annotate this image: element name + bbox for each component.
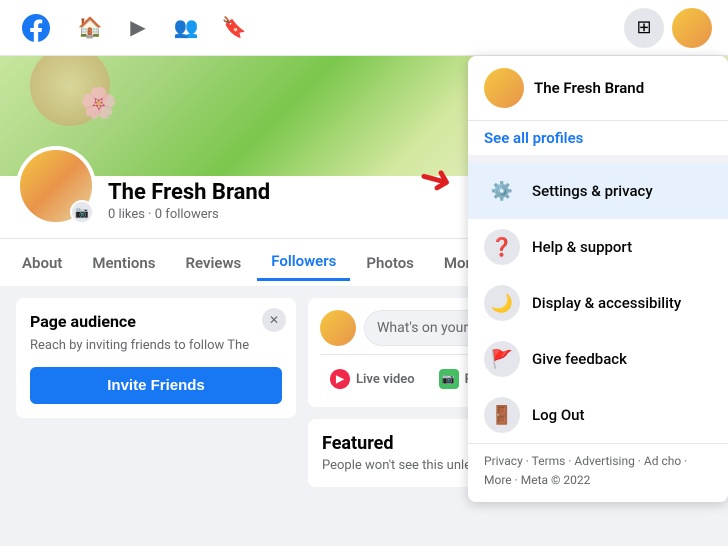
nav-right: ⊞ bbox=[624, 8, 712, 48]
dropdown-avatar bbox=[484, 68, 524, 108]
live-video-button[interactable]: ▶ Live video bbox=[320, 363, 425, 395]
edit-profile-pic-button[interactable]: 📷 bbox=[70, 200, 94, 224]
close-button[interactable]: ✕ bbox=[262, 308, 286, 332]
left-panel: ✕ Page audience Reach by inviting friend… bbox=[16, 298, 296, 487]
menu-item-display[interactable]: 🌙 Display & accessibility bbox=[468, 275, 728, 331]
nav-left: 🏠 ▶ 👥 🔖 bbox=[16, 6, 256, 50]
settings-label: Settings & privacy bbox=[532, 182, 653, 200]
dropdown-profile-section[interactable]: The Fresh Brand bbox=[468, 56, 728, 121]
help-icon: ❓ bbox=[484, 229, 520, 265]
invite-friends-button[interactable]: Invite Friends bbox=[30, 367, 282, 404]
profile-picture-wrapper: 📷 bbox=[16, 146, 96, 226]
page-name: The Fresh Brand bbox=[108, 180, 270, 205]
help-label: Help & support bbox=[532, 238, 632, 256]
nav-icons: 🏠 ▶ 👥 🔖 bbox=[68, 6, 256, 50]
page-meta: 0 likes · 0 followers bbox=[108, 207, 270, 222]
feedback-label: Give feedback bbox=[532, 350, 627, 368]
feedback-icon: 🚩 bbox=[484, 341, 520, 377]
audience-card: ✕ Page audience Reach by inviting friend… bbox=[16, 298, 296, 418]
audience-title: Page audience bbox=[30, 312, 282, 331]
dropdown-footer: Privacy · Terms · Advertising · Ad cho ·… bbox=[468, 443, 728, 502]
menu-item-feedback[interactable]: 🚩 Give feedback bbox=[468, 331, 728, 387]
facebook-logo bbox=[16, 8, 56, 48]
logout-label: Log Out bbox=[532, 406, 585, 424]
cover-decoration: 🌸 bbox=[80, 86, 117, 121]
see-all-profiles-link[interactable]: See all profiles bbox=[468, 121, 728, 163]
post-avatar bbox=[320, 310, 356, 346]
photo-icon: 📷 bbox=[439, 369, 459, 389]
video-nav-button[interactable]: ▶ bbox=[116, 6, 160, 50]
live-icon: ▶ bbox=[330, 369, 350, 389]
dropdown-menu: The Fresh Brand See all profiles ⚙️ Sett… bbox=[468, 56, 728, 502]
grid-menu-button[interactable]: ⊞ bbox=[624, 8, 664, 48]
tab-photos[interactable]: Photos bbox=[352, 246, 428, 280]
nav-profile-avatar[interactable] bbox=[672, 8, 712, 48]
groups-nav-button[interactable]: 👥 bbox=[164, 6, 208, 50]
audience-description: Reach by inviting friends to follow The bbox=[30, 337, 282, 355]
top-navigation: 🏠 ▶ 👥 🔖 ⊞ bbox=[0, 0, 728, 56]
display-label: Display & accessibility bbox=[532, 294, 681, 312]
tab-mentions[interactable]: Mentions bbox=[78, 246, 169, 280]
menu-item-settings[interactable]: ⚙️ Settings & privacy bbox=[468, 163, 728, 219]
menu-item-logout[interactable]: 🚪 Log Out bbox=[468, 387, 728, 443]
tab-reviews[interactable]: Reviews bbox=[171, 246, 255, 280]
settings-icon: ⚙️ bbox=[484, 173, 520, 209]
logout-icon: 🚪 bbox=[484, 397, 520, 433]
dropdown-profile-name: The Fresh Brand bbox=[534, 79, 644, 97]
bookmark-nav-button[interactable]: 🔖 bbox=[212, 6, 256, 50]
display-icon: 🌙 bbox=[484, 285, 520, 321]
menu-item-help[interactable]: ❓ Help & support bbox=[468, 219, 728, 275]
tab-followers[interactable]: Followers bbox=[257, 244, 350, 281]
tab-about[interactable]: About bbox=[8, 246, 76, 280]
profile-info: The Fresh Brand 0 likes · 0 followers bbox=[108, 180, 270, 226]
home-nav-button[interactable]: 🏠 bbox=[68, 6, 112, 50]
